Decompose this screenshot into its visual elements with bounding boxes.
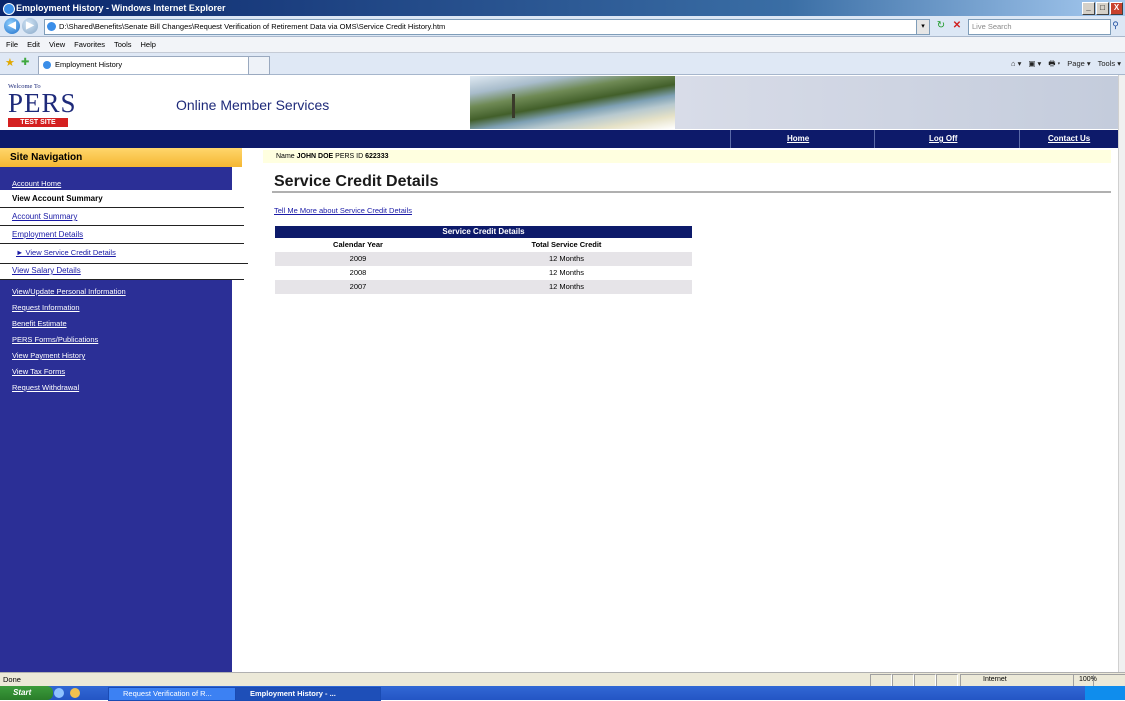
search-input[interactable]: Live Search	[968, 19, 1111, 35]
stop-icon[interactable]: ✕	[950, 19, 964, 33]
feeds-cmd[interactable]: ▣ ▾	[1028, 58, 1041, 70]
tab-employment-history[interactable]: Employment History	[38, 56, 262, 74]
address-url: D:\Shared\Benefits\Senate Bill Changes\R…	[59, 22, 446, 31]
add-favorite-icon[interactable]: ✚	[21, 57, 29, 69]
status-text: Done	[3, 675, 21, 684]
search-icon[interactable]: ⚲	[1108, 19, 1123, 33]
menu-help[interactable]: Help	[141, 40, 156, 49]
sidebar-item-forms[interactable]: PERS Forms/Publications	[12, 335, 98, 344]
nav-home-link[interactable]: Home	[787, 130, 809, 148]
status-bar: Done Internet 100%	[0, 672, 1125, 687]
member-info-bar: Name JOHN DOE PERS ID 622333	[263, 150, 1111, 163]
task-employment-history[interactable]: Employment History - ...	[235, 687, 381, 701]
task-request-verification[interactable]: Request Verification of R...	[108, 687, 249, 701]
minimize-button[interactable]: _	[1082, 2, 1095, 15]
sidebar: Site Navigation Account Home View Accoun…	[0, 148, 248, 672]
close-button[interactable]: X	[1110, 2, 1123, 15]
tools-menu[interactable]: Tools ▾	[1098, 58, 1121, 70]
zoom-level: 100%	[1079, 676, 1097, 683]
system-tray	[1085, 686, 1125, 700]
window-controls: _ □ X	[1082, 2, 1123, 15]
year-cell: 2008	[349, 268, 367, 277]
sidebar-item-account-home[interactable]: Account Home	[12, 179, 61, 188]
internet-zone-label: Internet	[983, 676, 1007, 683]
ie-icon	[3, 3, 15, 15]
sidebar-item-withdrawal[interactable]: Request Withdrawal	[12, 383, 79, 392]
menu-file[interactable]: File	[6, 40, 18, 49]
top-nav-bar: Home Log Off Contact Us	[0, 130, 1118, 148]
sidebar-heading: Site Navigation	[0, 148, 242, 167]
refresh-icon[interactable]: ↻	[934, 19, 948, 33]
vertical-scrollbar[interactable]	[1118, 75, 1125, 672]
sidebar-item-employment-details[interactable]: Employment Details	[0, 226, 244, 244]
nav-contact-link[interactable]: Contact Us	[1048, 130, 1090, 148]
member-name: JOHN DOE	[296, 153, 334, 160]
sidebar-item-personal-info[interactable]: View/Update Personal Information	[12, 287, 126, 296]
sidebar-item-benefit-estimate[interactable]: Benefit Estimate	[12, 319, 67, 328]
sidebar-item-service-credit-details[interactable]: ► View Service Credit Details	[0, 244, 248, 264]
command-bar: ⌂ ▾ ▣ ▾ 🖶 ▾ Page ▾ Tools ▾	[1011, 58, 1121, 70]
menu-view[interactable]: View	[49, 40, 65, 49]
page-title: Service Credit Details	[274, 173, 439, 190]
forward-button[interactable]: ▶	[22, 18, 38, 34]
credit-cell: 12 Months	[548, 254, 585, 263]
sidebar-section-view-account-summary: View Account Summary	[0, 190, 244, 208]
start-button[interactable]: Start	[0, 686, 53, 700]
table-row: 2007 12 Months	[275, 280, 692, 294]
credit-cell: 12 Months	[548, 268, 585, 277]
back-button[interactable]: ◀	[4, 18, 20, 34]
address-bar[interactable]: D:\Shared\Benefits\Senate Bill Changes\R…	[44, 19, 930, 35]
menu-edit[interactable]: Edit	[27, 40, 40, 49]
print-cmd[interactable]: 🖶 ▾	[1048, 58, 1060, 70]
favorites-star-icon[interactable]: ★	[5, 57, 15, 69]
sidebar-item-request-info[interactable]: Request Information	[12, 303, 80, 312]
new-tab-button[interactable]	[248, 56, 270, 75]
window-title-bar[interactable]: Employment History - Windows Internet Ex…	[0, 0, 1125, 16]
tab-row: ★ ✚ Employment History ⌂ ▾ ▣ ▾ 🖶 ▾ Page …	[0, 53, 1125, 75]
sidebar-item-payment-history[interactable]: View Payment History	[12, 351, 85, 360]
table-header-row: Calendar Year Total Service Credit	[275, 238, 692, 252]
service-name: Online Member Services	[176, 97, 330, 113]
pers-logo[interactable]: Welcome To PERS TEST SITE	[4, 83, 96, 127]
col-calendar-year: Calendar Year	[333, 240, 383, 249]
home-cmd[interactable]: ⌂ ▾	[1011, 58, 1021, 70]
quicklaunch-ie-icon[interactable]	[54, 688, 64, 698]
logo-pers: PERS	[8, 88, 77, 118]
service-credit-table: Service Credit Details Calendar Year Tot…	[275, 226, 692, 294]
address-toolbar: ◀ ▶ D:\Shared\Benefits\Senate Bill Chang…	[0, 16, 1125, 37]
table-row: 2009 12 Months	[275, 252, 692, 266]
tab-page-icon	[43, 61, 51, 69]
sidebar-item-account-summary[interactable]: Account Summary	[0, 208, 244, 226]
year-cell: 2009	[349, 254, 367, 263]
menu-tools[interactable]: Tools	[114, 40, 132, 49]
page-icon	[47, 22, 56, 31]
menu-favorites[interactable]: Favorites	[74, 40, 105, 49]
table-caption: Service Credit Details	[275, 226, 692, 238]
pers-id: 622333	[365, 153, 389, 160]
sidebar-item-tax-forms[interactable]: View Tax Forms	[12, 367, 65, 376]
address-dropdown-icon[interactable]: ▾	[916, 19, 930, 35]
tab-label: Employment History	[55, 60, 123, 69]
test-site-badge: TEST SITE	[8, 118, 68, 127]
page-menu[interactable]: Page ▾	[1067, 58, 1090, 70]
pers-id-label: PERS ID	[335, 153, 364, 160]
tell-me-more-link[interactable]: Tell Me More about Service Credit Detail…	[274, 206, 412, 215]
nav-logoff-link[interactable]: Log Off	[929, 130, 957, 148]
table-row: 2008 12 Months	[275, 266, 692, 280]
title-divider	[272, 191, 1111, 193]
quicklaunch-folder-icon[interactable]	[70, 688, 80, 698]
name-label: Name	[276, 153, 295, 160]
credit-cell: 12 Months	[548, 282, 585, 291]
window-title: Employment History - Windows Internet Ex…	[16, 3, 226, 13]
year-cell: 2007	[349, 282, 367, 291]
sidebar-item-salary-details[interactable]: View Salary Details	[0, 264, 244, 280]
col-total-service-credit: Total Service Credit	[531, 240, 602, 249]
menu-bar: File Edit View Favorites Tools Help	[0, 37, 1125, 53]
maximize-button[interactable]: □	[1096, 2, 1109, 15]
header-band	[675, 76, 1118, 129]
header-photo	[470, 76, 675, 129]
taskbar: Start Request Verification of R... Emplo…	[0, 686, 1125, 701]
